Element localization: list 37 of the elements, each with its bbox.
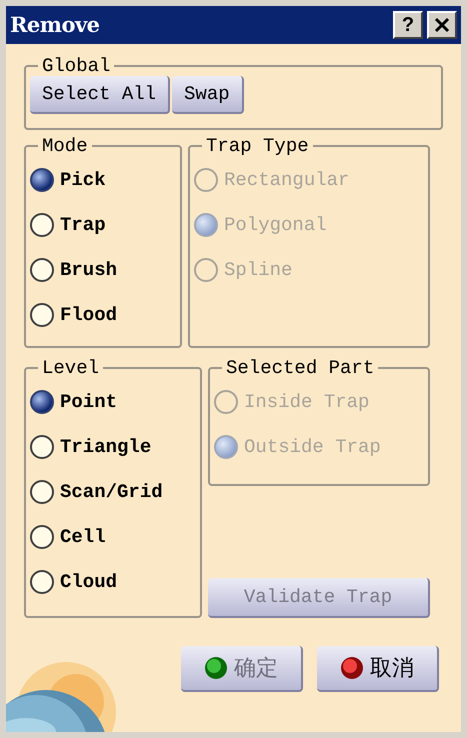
ball-icon	[340, 656, 364, 680]
close-button[interactable]	[427, 11, 457, 39]
group-title: Selected Part	[225, 358, 376, 378]
radio-button[interactable]	[30, 435, 54, 459]
option-label: Cell	[60, 524, 106, 550]
option-label: Spline	[224, 258, 292, 283]
help-button[interactable]: ?	[393, 11, 423, 39]
option-label: Point	[60, 390, 118, 415]
group-title: Trap Type	[205, 136, 310, 156]
select-all-button[interactable]: Select All	[30, 76, 170, 114]
option-label: Inside Trap	[244, 390, 370, 415]
window-title: Remove	[10, 11, 100, 40]
option-label: Brush	[60, 258, 118, 283]
option-label: Polygonal	[224, 212, 327, 238]
option-label: Scan/Grid	[60, 480, 163, 505]
option-label: Rectangular	[224, 168, 350, 193]
radio-button[interactable]	[30, 168, 54, 192]
option-label: Pick	[60, 168, 106, 193]
option-label: Flood	[60, 302, 118, 328]
radio-button[interactable]	[30, 390, 54, 414]
ball-icon	[204, 656, 228, 680]
radio-button[interactable]	[30, 213, 54, 237]
cancel-button[interactable]: 取消	[317, 646, 439, 692]
radio-button[interactable]	[30, 303, 54, 327]
radio-button[interactable]	[30, 258, 54, 282]
radio-button[interactable]	[30, 570, 54, 594]
group-title: Mode	[41, 136, 89, 156]
radio-button[interactable]	[30, 480, 54, 504]
swap-button[interactable]: Swap	[172, 76, 244, 114]
option-label: Trap	[60, 212, 106, 238]
option-label: Cloud	[60, 570, 118, 595]
radio-button[interactable]	[30, 525, 54, 549]
group-title: Level	[41, 358, 100, 378]
close-icon	[434, 17, 450, 33]
group-title: Global	[41, 56, 112, 76]
option-label: Triangle	[60, 434, 152, 460]
option-label: Outside Trap	[244, 434, 381, 460]
